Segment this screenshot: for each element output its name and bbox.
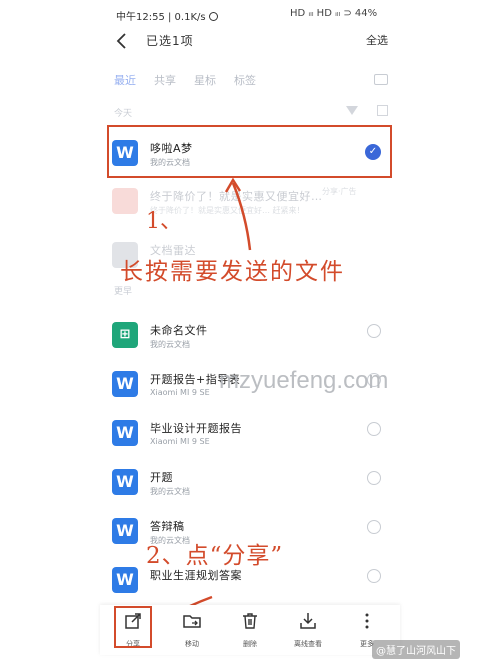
tab-tags[interactable]: 标签 <box>234 74 256 87</box>
download-icon <box>300 613 316 629</box>
file-name: 毕业设计开题报告 <box>150 422 242 435</box>
ad-icon <box>112 188 138 214</box>
file-location: 我的云文档 <box>150 487 190 496</box>
file-name: 答辩稿 <box>150 520 185 533</box>
alarm-icon <box>208 12 218 21</box>
file-location: Xiaomi MI 9 SE <box>150 437 210 446</box>
list-item[interactable]: W 毕业设计开题报告 Xiaomi MI 9 SE <box>112 416 392 456</box>
select-radio[interactable] <box>367 422 381 436</box>
select-radio[interactable] <box>367 569 381 583</box>
file-location: Xiaomi MI 9 SE <box>150 388 210 397</box>
file-name: 终于降价了！就是实惠又便宜好… <box>150 190 323 203</box>
status-bar: 中午12:55 | 0.1K/s HD ᵢₗₗ HD ᵢₗₗ ⊃ 44% <box>0 0 500 26</box>
filter-icon[interactable] <box>346 106 358 115</box>
delete-button[interactable]: 删除 <box>225 611 275 649</box>
tab-bar: 最近 共享 星标 标签 <box>114 72 274 88</box>
corner-watermark: @慧了山河风山下 <box>372 640 460 659</box>
select-all-button[interactable]: 全选 <box>366 32 388 48</box>
select-radio[interactable] <box>367 520 381 534</box>
file-name: 开题 <box>150 471 173 484</box>
tab-shared[interactable]: 共享 <box>154 74 176 87</box>
word-doc-icon: W <box>112 140 138 166</box>
word-doc-icon: W <box>112 420 138 446</box>
file-location: 我的云文档 <box>150 340 190 349</box>
delete-label: 删除 <box>243 640 257 648</box>
table-doc-icon: ⊞ <box>112 322 138 348</box>
offline-button[interactable]: 离线查看 <box>283 611 333 649</box>
word-doc-icon: W <box>112 371 138 397</box>
top-bar: 已选1项 全选 <box>100 26 400 56</box>
move-button[interactable]: 移动 <box>167 611 217 649</box>
annotation-step-2: 2、点“分享” <box>146 543 284 569</box>
file-name: 哆啦A梦 <box>150 142 193 155</box>
list-item[interactable]: W 开题 我的云文档 <box>112 465 392 505</box>
word-doc-icon: W <box>112 567 138 593</box>
trash-icon <box>243 613 257 629</box>
annotation-step-1: 1、 <box>146 209 182 234</box>
section-today: 今天 <box>114 109 133 119</box>
tab-starred[interactable]: 星标 <box>194 74 216 87</box>
word-doc-icon: W <box>112 469 138 495</box>
move-label: 移动 <box>185 640 199 648</box>
checkmark-icon[interactable]: ✓ <box>365 144 381 160</box>
select-radio[interactable] <box>367 471 381 485</box>
word-doc-icon: W <box>112 518 138 544</box>
watermark: mzyuefeng.com <box>219 367 389 394</box>
status-indicators: HD ᵢₗₗ HD ᵢₗₗ ⊃ 44% <box>290 8 378 19</box>
file-location: 我的云文档 <box>150 158 190 167</box>
tab-recent[interactable]: 最近 <box>114 74 136 87</box>
list-item-selected[interactable]: W 哆啦A梦 我的云文档 ✓ <box>112 136 392 176</box>
back-icon[interactable] <box>114 32 130 50</box>
file-name: 未命名文件 <box>150 324 208 337</box>
move-folder-icon <box>183 615 201 628</box>
annotation-step-1-text: 长按需要发送的文件 <box>120 259 345 285</box>
grid-icon[interactable] <box>377 105 388 116</box>
share-highlight-box <box>114 606 152 648</box>
select-radio[interactable] <box>367 324 381 338</box>
offline-label: 离线查看 <box>294 640 322 648</box>
folder-icon[interactable] <box>374 74 388 85</box>
ad-tag: 分享·广告 <box>322 187 357 196</box>
page-title: 已选1项 <box>146 34 194 48</box>
list-item[interactable]: ⊞ 未命名文件 我的云文档 <box>112 318 392 358</box>
more-icon <box>365 613 369 629</box>
status-time: 中午12:55 | 0.1K/s <box>116 8 218 23</box>
